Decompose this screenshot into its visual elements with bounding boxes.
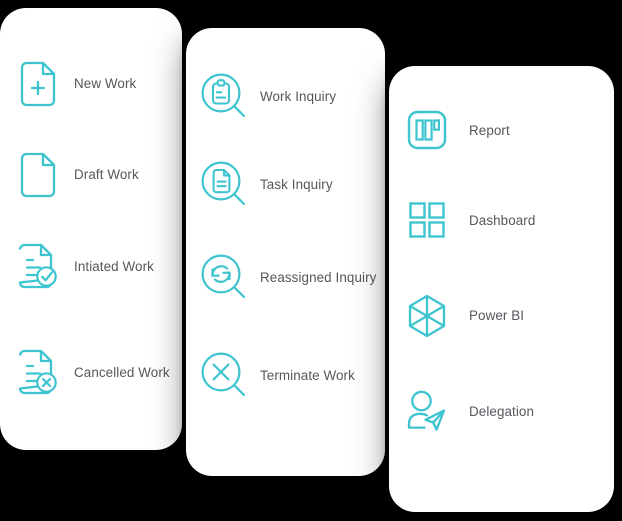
inquiry-actions-list: Work Inquiry Task Inquiry Reassigned Inq… [186, 28, 385, 476]
document-search-icon [200, 160, 248, 210]
menu-item-dashboard[interactable]: Dashboard [389, 193, 614, 249]
refresh-search-icon [200, 253, 248, 303]
menu-item-reassigned-inquiry[interactable]: Reassigned Inquiry [186, 250, 385, 306]
work-actions-card: New Work Draft Work Intiated Work Cancel… [0, 8, 182, 450]
menu-item-cancelled-work[interactable]: Cancelled Work [0, 345, 182, 401]
menu-item-label: Work Inquiry [260, 88, 337, 104]
menu-item-label: Reassigned Inquiry [260, 269, 377, 285]
reports-actions-card: Report Dashboard Power BI Delegation [389, 66, 614, 512]
menu-item-task-inquiry[interactable]: Task Inquiry [186, 157, 385, 213]
menu-item-work-inquiry[interactable]: Work Inquiry [186, 69, 385, 125]
user-send-icon [403, 387, 451, 437]
document-blank-icon [16, 151, 60, 199]
report-bars-icon [403, 106, 451, 156]
menu-item-label: Dashboard [469, 212, 536, 228]
menu-item-label: Intiated Work [74, 258, 154, 274]
menu-item-label: Terminate Work [260, 367, 355, 383]
menu-item-label: Power BI [469, 307, 525, 323]
cube-icon [403, 291, 451, 341]
document-cancel-icon [16, 349, 60, 397]
menu-item-label: Draft Work [74, 166, 139, 182]
document-plus-icon [16, 60, 60, 108]
menu-item-new-work[interactable]: New Work [0, 56, 182, 112]
document-check-icon [16, 243, 60, 291]
reports-actions-list: Report Dashboard Power BI Delegation [389, 66, 614, 512]
menu-cards-stage: New Work Draft Work Intiated Work Cancel… [0, 0, 622, 521]
menu-item-intiated-work[interactable]: Intiated Work [0, 239, 182, 295]
inquiry-actions-card: Work Inquiry Task Inquiry Reassigned Inq… [186, 28, 385, 476]
menu-item-draft-work[interactable]: Draft Work [0, 147, 182, 203]
menu-item-delegation[interactable]: Delegation [389, 384, 614, 440]
close-search-icon [200, 351, 248, 401]
work-actions-list: New Work Draft Work Intiated Work Cancel… [0, 8, 182, 450]
menu-item-report[interactable]: Report [389, 103, 614, 159]
menu-item-label: Delegation [469, 403, 535, 419]
menu-item-label: Cancelled Work [74, 364, 170, 380]
menu-item-power-bi[interactable]: Power BI [389, 288, 614, 344]
menu-item-label: Task Inquiry [260, 176, 333, 192]
clipboard-search-icon [200, 72, 248, 122]
menu-item-terminate-work[interactable]: Terminate Work [186, 348, 385, 404]
menu-item-label: Report [469, 122, 510, 138]
menu-item-label: New Work [74, 75, 137, 91]
dashboard-grid-icon [403, 196, 451, 246]
